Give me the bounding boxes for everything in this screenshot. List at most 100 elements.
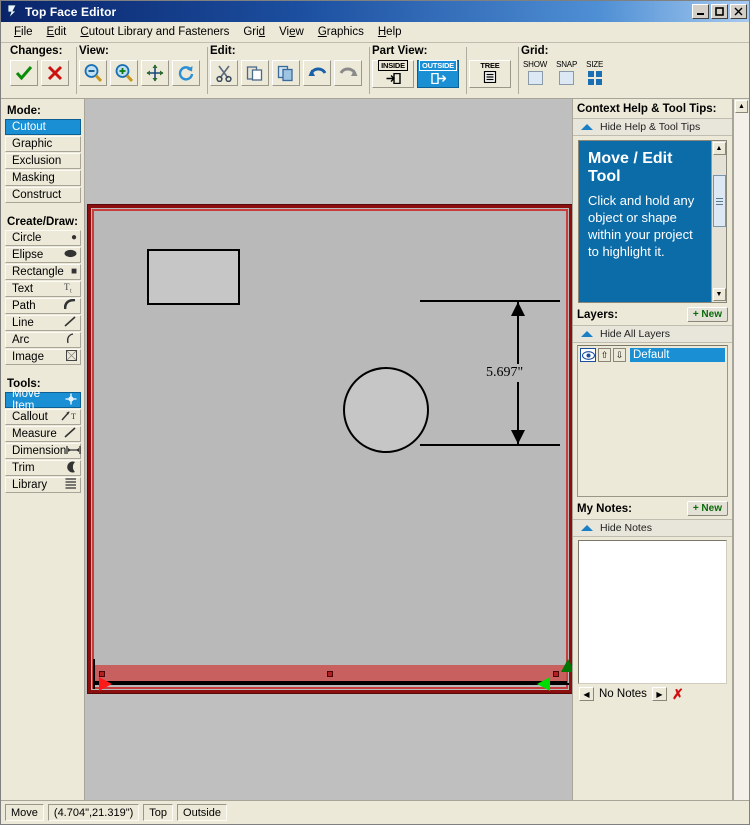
hide-all-layers-label: Hide All Layers <box>600 328 671 340</box>
canvas-surface[interactable]: 5.697" <box>85 99 572 800</box>
notes-text-area[interactable] <box>578 540 727 684</box>
menu-help[interactable]: Help <box>371 24 409 40</box>
dimension-arrow-up-icon <box>511 302 525 316</box>
mode-item-masking[interactable]: Masking <box>5 170 81 186</box>
dimension-value-label[interactable]: 5.697" <box>483 364 527 382</box>
previous-note-button[interactable]: ◀ <box>579 687 594 701</box>
eye-icon[interactable] <box>580 348 596 362</box>
zoom-out-button[interactable] <box>79 60 107 86</box>
help-tip-content: Move / Edit Tool Click and hold any obje… <box>579 141 711 302</box>
tools-item-measure[interactable]: Measure <box>5 426 81 442</box>
drawing-canvas[interactable]: 5.697" <box>85 99 573 800</box>
create-draw-item-elipse[interactable]: Elipse <box>5 247 81 263</box>
resize-arrow-left-icon[interactable] <box>537 677 550 691</box>
create-draw-item-text[interactable]: Text Tt <box>5 281 81 297</box>
menu-graphics[interactable]: Graphics <box>311 24 371 40</box>
grid-snap-control: SNAP <box>556 60 577 85</box>
pan-button[interactable] <box>141 60 169 86</box>
next-note-button[interactable]: ▶ <box>651 687 667 701</box>
window-scrollbar[interactable]: ▲ <box>733 99 749 800</box>
layer-name-field[interactable]: Default <box>630 348 725 362</box>
create-draw-item-arc[interactable]: Arc <box>5 332 81 348</box>
refresh-button[interactable] <box>172 60 200 86</box>
mode-item-graphic[interactable]: Graphic <box>5 136 81 152</box>
notes-status-label: No Notes <box>599 688 647 700</box>
close-button[interactable] <box>730 4 747 19</box>
tools-item-trim[interactable]: Trim <box>5 460 81 476</box>
inside-view-button[interactable]: INSIDE <box>372 59 414 88</box>
selection-handle-middle[interactable] <box>327 671 333 677</box>
hide-help-toggle[interactable]: Hide Help & Tool Tips <box>573 118 732 136</box>
outside-view-button[interactable]: OUTSIDE <box>417 59 459 88</box>
create-draw-item-line[interactable]: Line <box>5 315 81 331</box>
menu-edit[interactable]: Edit <box>40 24 74 40</box>
layer-row[interactable]: ⇧ ⇩ Default <box>580 348 725 362</box>
menu-grid[interactable]: Grid <box>236 24 272 40</box>
create-draw-item-image[interactable]: Image <box>5 349 81 365</box>
tools-item-label: Trim <box>12 462 35 474</box>
move-layer-up-button[interactable]: ⇧ <box>598 348 611 362</box>
resize-arrow-up-icon[interactable] <box>561 659 572 672</box>
toolbar-group-view: View: <box>76 43 207 98</box>
create-draw-item-label: Line <box>12 317 34 329</box>
paste-button[interactable] <box>241 60 269 86</box>
cut-button[interactable] <box>210 60 238 86</box>
measure-icon <box>64 427 77 441</box>
create-draw-item-circle[interactable]: Circle ● <box>5 230 81 246</box>
hide-notes-toggle[interactable]: Hide Notes <box>573 519 732 537</box>
menu-cutout-library-and-fasteners[interactable]: Cutout Library and Fasteners <box>73 24 236 40</box>
help-scroll-down-button[interactable]: ▼ <box>712 288 726 301</box>
new-layer-button[interactable]: + New <box>686 307 728 322</box>
circle-cutout[interactable] <box>343 367 429 453</box>
layers-panel-heading: Layers: <box>577 308 618 321</box>
tools-item-library[interactable]: Library <box>5 477 81 493</box>
maximize-button[interactable] <box>711 4 728 19</box>
selection-handle-right[interactable] <box>553 671 559 677</box>
rectangle-cutout[interactable] <box>147 249 240 305</box>
reject-changes-button[interactable] <box>41 60 69 86</box>
help-scroll-track[interactable]: ▲ <box>712 142 726 288</box>
mode-item-construct[interactable]: Construct <box>5 187 81 203</box>
help-scrollbar[interactable]: ▲ ▼ <box>711 141 726 302</box>
create-draw-item-path[interactable]: Path <box>5 298 81 314</box>
help-scroll-up-button[interactable]: ▲ <box>712 142 726 155</box>
ellipse-icon <box>64 249 77 261</box>
undo-button[interactable] <box>303 60 331 86</box>
main-body: Mode: Cutout Graphic Exclusion Masking C… <box>1 99 749 800</box>
minimize-button[interactable] <box>692 4 709 19</box>
grid-show-checkbox[interactable] <box>527 71 543 85</box>
copy-button[interactable] <box>272 60 300 86</box>
help-scroll-thumb[interactable] <box>712 175 726 227</box>
layers-panel-heading-row: Layers: + New <box>573 303 732 325</box>
menu-file[interactable]: File <box>7 24 40 40</box>
menu-view[interactable]: View <box>272 24 311 40</box>
grid-size-label: SIZE <box>586 60 604 69</box>
accept-changes-button[interactable] <box>10 60 38 86</box>
right-panel: Context Help & Tool Tips: Hide Help & To… <box>573 99 733 800</box>
delete-note-button[interactable]: ✗ <box>672 687 684 701</box>
grid-snap-label: SNAP <box>556 60 578 69</box>
zoom-in-button[interactable] <box>110 60 138 86</box>
mode-item-exclusion[interactable]: Exclusion <box>5 153 81 169</box>
layers-list[interactable]: ⇧ ⇩ Default <box>577 345 728 497</box>
move-layer-down-button[interactable]: ⇩ <box>613 348 626 362</box>
window-title: Top Face Editor <box>25 4 117 19</box>
hide-all-layers-toggle[interactable]: Hide All Layers <box>573 325 732 343</box>
window-scroll-up-button[interactable]: ▲ <box>735 100 748 113</box>
tools-item-move-item[interactable]: Move Item <box>5 388 81 412</box>
mode-item-cutout[interactable]: Cutout <box>5 119 81 135</box>
window-scroll-track[interactable] <box>734 113 749 800</box>
notes-navigation: ◀ No Notes ▶ ✗ <box>573 684 732 701</box>
changes-group-label: Changes: <box>10 45 63 57</box>
tree-view-button[interactable]: TREE <box>469 60 511 88</box>
create-draw-item-rectangle[interactable]: Rectangle ■ <box>5 264 81 280</box>
resize-arrow-right-icon[interactable] <box>99 677 112 691</box>
grid-snap-checkbox[interactable] <box>559 71 575 85</box>
redo-button[interactable] <box>334 60 362 86</box>
tools-item-callout[interactable]: Callout T <box>5 409 81 425</box>
new-note-button[interactable]: + New <box>686 501 728 516</box>
four-squares-icon[interactable] <box>587 71 602 85</box>
mode-item-label: Cutout <box>12 121 46 133</box>
tools-item-dimension[interactable]: Dimension <box>5 443 81 459</box>
notes-panel-heading-row: My Notes: + New <box>573 497 732 519</box>
